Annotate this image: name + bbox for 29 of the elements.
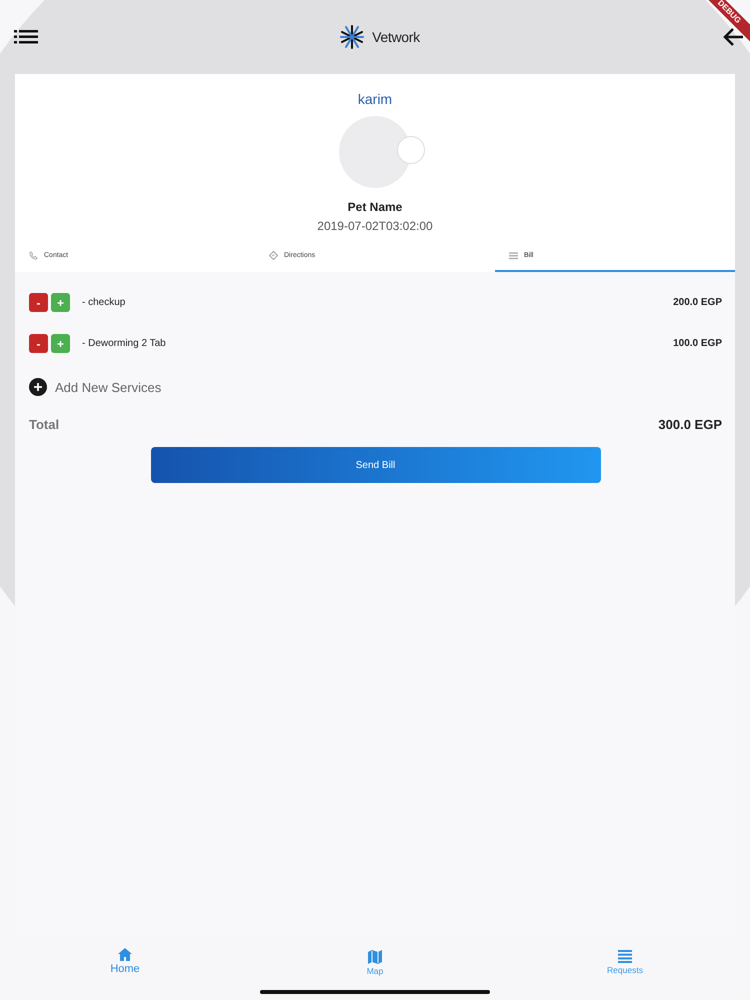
avatar-badge (397, 136, 425, 164)
send-bill-button[interactable]: Send Bill (150, 447, 600, 483)
phone-icon (29, 251, 38, 260)
map-icon (368, 950, 382, 964)
plus-circle-icon (29, 378, 47, 396)
appointment-date: 2019-07-02T03:02:00 (317, 219, 433, 233)
add-button[interactable]: + (51, 293, 70, 312)
service-price: 200.0 EGP (673, 297, 722, 308)
directions-icon (269, 251, 278, 260)
remove-button[interactable]: - (29, 334, 48, 353)
service-name: - checkup (82, 297, 126, 308)
remove-button[interactable]: - (29, 293, 48, 312)
total-amount: 300.0 EGP (658, 416, 722, 432)
service-name: - Deworming 2 Tab (82, 338, 167, 349)
total-label: Total (29, 416, 60, 432)
app-title: Vetwork (372, 29, 420, 45)
nav-item[interactable]: Requests (500, 936, 750, 1000)
list-icon (509, 252, 518, 260)
add-button[interactable]: + (51, 334, 70, 353)
nav-item[interactable]: Home (0, 936, 250, 1000)
list-icon (618, 950, 632, 963)
service-price: 100.0 EGP (673, 338, 722, 349)
home-icon (118, 948, 132, 960)
add-service-button[interactable]: Add New Services (29, 364, 162, 410)
pet-name: Pet Name (348, 200, 402, 214)
owner-name: karim (358, 91, 392, 107)
logo-icon (340, 25, 364, 49)
menu-icon[interactable] (14, 29, 38, 45)
back-icon[interactable] (722, 27, 744, 47)
